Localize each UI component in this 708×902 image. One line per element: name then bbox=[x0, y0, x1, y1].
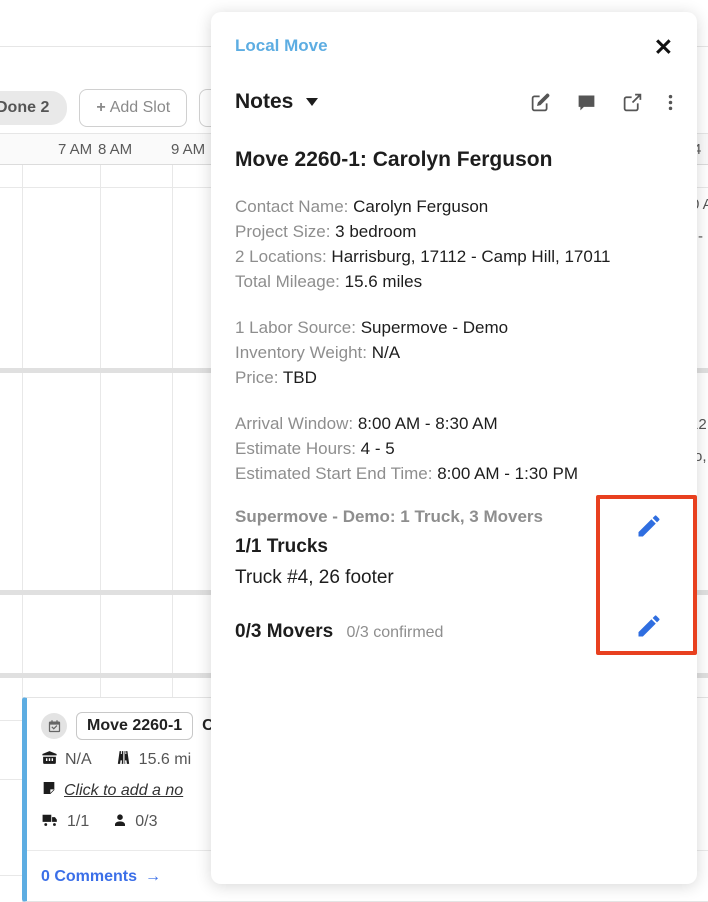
modal-subheader: Notes bbox=[211, 80, 697, 124]
detail-key: Price: bbox=[235, 368, 279, 387]
detail-key: 1 Labor Source: bbox=[235, 318, 356, 337]
modal-header-actions bbox=[530, 92, 673, 113]
detail-row: Inventory Weight: N/A bbox=[235, 340, 673, 365]
notes-dropdown[interactable]: Notes bbox=[235, 90, 319, 114]
comments-label: 0 Comments bbox=[41, 868, 138, 885]
notes-label: Notes bbox=[235, 90, 294, 113]
detail-value: Carolyn Ferguson bbox=[353, 197, 489, 216]
add-slot-button[interactable]: + Add Slot bbox=[79, 89, 188, 127]
external-link-icon[interactable] bbox=[622, 92, 643, 113]
movers-count: 0/3 Movers bbox=[235, 621, 334, 642]
add-slot-label: Add Slot bbox=[109, 99, 171, 116]
detail-row: 1 Labor Source: Supermove - Demo bbox=[235, 315, 673, 340]
card-trucks-value: 1/1 bbox=[67, 813, 90, 830]
detail-row: Total Mileage: 15.6 miles bbox=[235, 269, 673, 294]
truck-icon bbox=[41, 810, 60, 834]
detail-key: Arrival Window: bbox=[235, 414, 354, 433]
edit-square-icon[interactable] bbox=[530, 92, 551, 113]
truck-detail-row: Truck #4, 26 footer bbox=[235, 567, 673, 589]
trucks-count-row: 1/1 Trucks bbox=[235, 536, 673, 558]
modal-body: Move 2260-1: Carolyn Ferguson Contact Na… bbox=[211, 124, 697, 643]
calendar-check-icon bbox=[41, 713, 67, 739]
detail-key: Total Mileage: bbox=[235, 272, 340, 291]
detail-value: 8:00 AM - 8:30 AM bbox=[357, 414, 498, 433]
comment-bubble-icon[interactable] bbox=[576, 92, 597, 113]
detail-key: 2 Locations: bbox=[235, 247, 327, 266]
detail-value: TBD bbox=[282, 368, 317, 387]
movers-confirmed: 0/3 confirmed bbox=[346, 624, 444, 641]
detail-row: 2 Locations: Harrisburg, 17112 - Camp Hi… bbox=[235, 244, 673, 269]
detail-row: Estimate Hours: 4 - 5 bbox=[235, 436, 673, 461]
detail-key: Estimated Start End Time: bbox=[235, 464, 433, 483]
detail-key: Contact Name: bbox=[235, 197, 349, 216]
detail-value: Harrisburg, 17112 - Camp Hill, 17011 bbox=[331, 247, 611, 266]
card-weight-value: N/A bbox=[65, 751, 92, 768]
detail-value: N/A bbox=[371, 343, 401, 362]
detail-value: 3 bedroom bbox=[335, 222, 417, 241]
move-id-chip[interactable]: Move 2260-1 bbox=[76, 712, 194, 740]
card-add-note-link[interactable]: Click to add a no bbox=[64, 782, 183, 800]
modal-header: Local Move ✕ bbox=[211, 12, 697, 80]
truck-detail: Truck #4, 26 footer bbox=[235, 567, 394, 588]
box-weight-icon bbox=[41, 749, 58, 771]
bg-event-snippet: - bbox=[698, 228, 703, 245]
detail-row: Price: TBD bbox=[235, 365, 673, 390]
detail-value: 15.6 miles bbox=[344, 272, 423, 291]
page-title: Move 2260-1: Carolyn Ferguson bbox=[235, 148, 553, 171]
detail-row: Arrival Window: 8:00 AM - 8:30 AM bbox=[235, 411, 673, 436]
plus-icon: + bbox=[96, 99, 106, 116]
card-comments-link[interactable]: 0 Comments → bbox=[41, 868, 161, 886]
detail-key: Estimate Hours: bbox=[235, 439, 356, 458]
arrow-right-icon: → bbox=[145, 868, 162, 885]
detail-row: Contact Name: Carolyn Ferguson bbox=[235, 194, 673, 219]
movers-count-row: 0/3 Movers 0/3 confirmed bbox=[235, 621, 673, 643]
edit-movers-pencil-icon[interactable] bbox=[635, 612, 663, 645]
card-mileage-value: 15.6 mi bbox=[138, 751, 192, 768]
time-label-9am: 9 AM bbox=[171, 141, 206, 158]
move-details-modal: Local Move ✕ Notes Move 2260-1: Carolyn … bbox=[211, 12, 697, 884]
road-icon bbox=[115, 749, 132, 771]
detail-row: Project Size: 3 bedroom bbox=[235, 219, 673, 244]
details-group-labor: 1 Labor Source: Supermove - Demo Invento… bbox=[235, 315, 673, 390]
details-group-contact: Contact Name: Carolyn Ferguson Project S… bbox=[235, 194, 673, 294]
detail-value: 8:00 AM - 1:30 PM bbox=[437, 464, 578, 483]
chevron-down-icon[interactable] bbox=[306, 98, 319, 106]
detail-key: Inventory Weight: bbox=[235, 343, 367, 362]
time-label-8am: 8 AM bbox=[98, 141, 133, 158]
close-icon[interactable]: ✕ bbox=[654, 36, 673, 59]
crew-heading: Supermove - Demo: 1 Truck, 3 Movers bbox=[235, 507, 543, 526]
time-label-7am: 7 AM bbox=[58, 141, 93, 158]
detail-row: Estimated Start End Time: 8:00 AM - 1:30… bbox=[235, 461, 673, 486]
trucks-count: 1/1 Trucks bbox=[235, 536, 328, 557]
note-icon bbox=[41, 780, 57, 801]
detail-key: Project Size: bbox=[235, 222, 331, 241]
detail-value: Supermove - Demo bbox=[360, 318, 509, 337]
details-group-schedule: Arrival Window: 8:00 AM - 8:30 AM Estima… bbox=[235, 411, 673, 486]
card-movers-value: 0/3 bbox=[135, 813, 158, 830]
done-badge[interactable]: Done 2 bbox=[0, 91, 68, 125]
screen: Done 2 + Add Slot 7 AM 8 AM 9 AM 4 A - 1… bbox=[0, 0, 708, 902]
person-icon bbox=[112, 812, 128, 833]
modal-kicker-label: Local Move bbox=[235, 36, 328, 55]
more-vertical-icon[interactable] bbox=[668, 92, 673, 113]
edit-trucks-pencil-icon[interactable] bbox=[635, 512, 663, 545]
detail-value: 4 - 5 bbox=[360, 439, 395, 458]
